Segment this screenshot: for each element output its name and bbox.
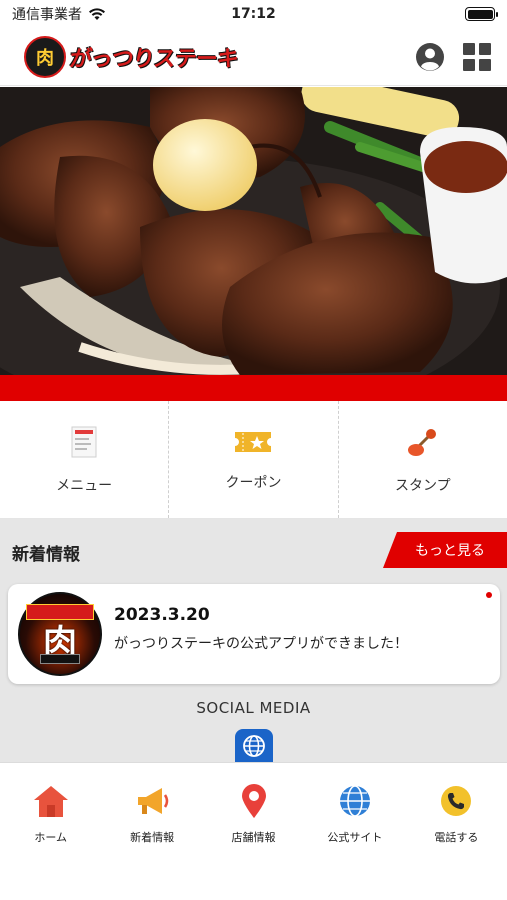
brand-logo[interactable]: 肉 がっつりステーキ <box>24 35 240 78</box>
menu-item-menu[interactable]: メニュー <box>0 401 170 518</box>
app-grid-icon[interactable] <box>463 42 491 71</box>
status-left: 通信事業者 <box>12 4 106 24</box>
location-pin-icon <box>241 784 266 818</box>
header-actions <box>415 42 491 72</box>
tab-label: 公式サイト <box>327 831 383 844</box>
logo-badge-text: 肉 <box>36 47 54 69</box>
tab-label: 店舗情報 <box>231 831 276 844</box>
globe-icon <box>339 785 370 817</box>
tab-label: 電話する <box>434 831 479 844</box>
unread-dot <box>486 592 492 598</box>
globe-icon <box>243 734 265 757</box>
social-media-title: SOCIAL MEDIA <box>196 699 311 717</box>
tab-list: ホーム 新着情報 店舗情報 公式サイト 電話する <box>0 763 507 859</box>
tab-label: 新着情報 <box>130 831 175 844</box>
thumb-subplate <box>40 654 80 664</box>
news-section: 新着情報 もっと見る 肉 2023.3.20 がっつりステーキの公式アプリができ… <box>0 519 507 762</box>
news-thumbnail: 肉 <box>18 592 102 676</box>
app-header: 肉 がっつりステーキ <box>0 28 507 86</box>
status-bar: 通信事業者 17:12 <box>0 0 507 28</box>
news-section-title: 新着情報 <box>12 545 80 565</box>
tab-home[interactable]: ホーム <box>0 783 101 859</box>
megaphone-icon <box>138 788 169 814</box>
phone-icon <box>441 786 472 816</box>
home-icon <box>33 786 68 817</box>
social-globe-button[interactable] <box>235 729 273 762</box>
menu-item-label: クーポン <box>225 474 282 491</box>
news-body: がっつりステーキの公式アプリができました！ <box>114 636 408 652</box>
menu-item-label: スタンプ <box>395 477 451 494</box>
carrier-label: 通信事業者 <box>12 7 82 23</box>
hero-red-band <box>0 375 507 401</box>
news-header: 新着情報 もっと見る <box>0 532 507 568</box>
coupon-ticket-icon <box>235 431 272 452</box>
tab-store-info[interactable]: 店舗情報 <box>203 783 304 859</box>
menu-item-stamp[interactable]: スタンプ <box>339 401 507 518</box>
stamp-icon <box>407 428 436 456</box>
battery-icon <box>465 7 498 21</box>
menu-book-icon <box>71 426 97 457</box>
hero-steak-image <box>0 87 507 375</box>
quick-menu: メニュー クーポン スタンプ <box>0 401 507 519</box>
news-card[interactable]: 肉 2023.3.20 がっつりステーキの公式アプリができました！ <box>8 584 500 684</box>
wifi-icon <box>89 8 105 20</box>
see-more-button[interactable]: もっと見る <box>383 532 507 568</box>
tab-call[interactable]: 電話する <box>406 783 507 859</box>
menu-item-coupon[interactable]: クーポン <box>169 401 339 518</box>
bottom-tab-bar: ホーム 新着情報 店舗情報 公式サイト 電話する <box>0 762 507 900</box>
user-account-icon[interactable] <box>415 42 445 72</box>
thumb-banner <box>26 604 94 620</box>
menu-item-label: メニュー <box>56 477 113 494</box>
news-text: 2023.3.20 がっつりステーキの公式アプリができました！ <box>114 605 408 653</box>
tab-label: ホーム <box>34 831 68 844</box>
tab-official-site[interactable]: 公式サイト <box>304 783 405 859</box>
tab-news[interactable]: 新着情報 <box>101 783 202 859</box>
logo-badge: 肉 <box>24 35 66 78</box>
brand-name: がっつりステーキ <box>67 46 240 72</box>
news-date: 2023.3.20 <box>114 605 210 625</box>
